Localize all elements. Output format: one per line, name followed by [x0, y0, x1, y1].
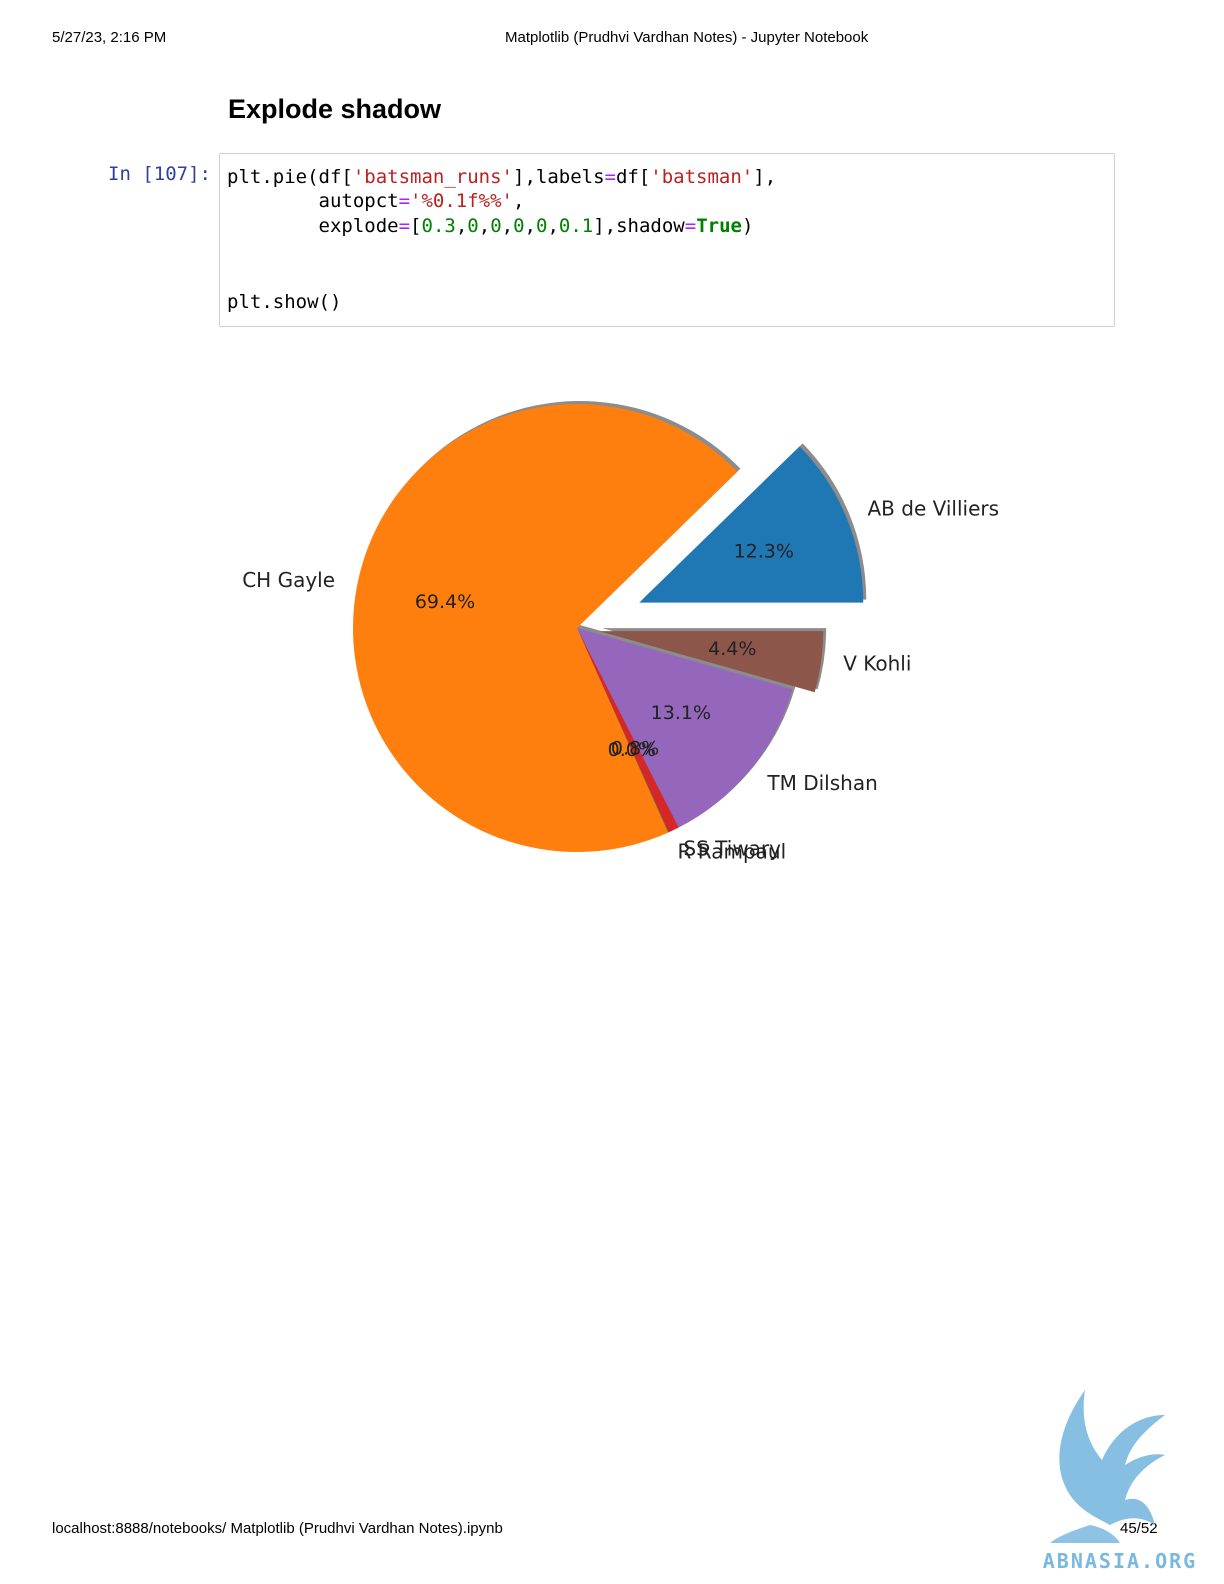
code-token: , — [501, 215, 514, 237]
code-token: ) — [741, 215, 754, 237]
print-date: 5/27/23, 2:16 PM — [52, 29, 167, 46]
code-token: plt.show() — [227, 291, 342, 313]
code-token: 0 — [467, 215, 479, 237]
code-token: 0 — [536, 215, 548, 237]
watermark-logo: ABNASIA.ORG — [1043, 1390, 1197, 1573]
watermark-text: ABNASIA.ORG — [1043, 1549, 1197, 1573]
section-heading: Explode shadow — [228, 94, 442, 124]
code-token: , — [455, 215, 468, 237]
code-token: = — [604, 166, 616, 188]
code-token: = — [684, 215, 697, 237]
code-token: = — [398, 215, 411, 237]
chart-output: AB de Villiers 12.3% CH Gayle 69.4% R Rampau… — [220, 380, 1040, 880]
print-header: 5/27/23, 2:16 PM Matplotlib (Prudhvi Var… — [52, 29, 1172, 49]
code-token: = — [398, 190, 411, 212]
pie-percent-label: 69.4% — [415, 591, 475, 613]
pie-category-label: SS Tiwary — [683, 837, 781, 861]
code-line: plt.show() — [227, 290, 341, 314]
pie-category-label: V Kohli — [843, 652, 911, 676]
code-token: explode — [227, 215, 399, 237]
print-footer-url: localhost:8888/notebooks/ Matplotlib (Pr… — [52, 1520, 503, 1537]
code-token: autopct — [227, 190, 399, 212]
code-token: 0.1 — [558, 215, 594, 237]
code-token: ],labels — [513, 166, 605, 188]
code-token: ],shadow — [593, 215, 685, 237]
code-token: , — [478, 215, 491, 237]
code-token: 'batsman_runs' — [352, 166, 513, 188]
code-cell[interactable]: plt.pie(df['batsman_runs'],labels=df['ba… — [219, 153, 1115, 327]
pie-percent-label: 0.8% — [611, 738, 659, 760]
code-token: 0 — [490, 215, 502, 237]
code-token: plt.pie(df[ — [227, 166, 353, 188]
cell-prompt: In [107]: — [108, 163, 211, 185]
pie-percent-label: 12.3% — [734, 541, 794, 563]
code-token: , — [513, 190, 525, 212]
code-token: , — [547, 215, 559, 237]
code-token: True — [696, 215, 742, 237]
code-token: 0 — [513, 215, 525, 237]
pie-category-label: CH Gayle — [242, 568, 335, 592]
print-doc-title: Matplotlib (Prudhvi Vardhan Notes) - Jup… — [505, 29, 869, 46]
code-token: [ — [410, 215, 422, 237]
code-token: 'batsman' — [650, 166, 754, 188]
code-token: 0.3 — [421, 215, 456, 237]
code-token: '%0.1f%%' — [410, 190, 513, 212]
code-line: explode=[0.3,0,0,0,0,0.1],shadow=True) — [227, 214, 754, 238]
pie-category-label: TM Dilshan — [766, 771, 877, 795]
pie-percent-label: 4.4% — [708, 638, 756, 660]
code-token: ], — [753, 166, 777, 188]
code-line: plt.pie(df['batsman_runs'],labels=df['ba… — [227, 165, 776, 189]
pie-category-label: AB de Villiers — [868, 496, 1000, 520]
pie-percent-label: 13.1% — [651, 702, 711, 724]
code-token: df[ — [615, 166, 651, 188]
code-token: , — [524, 215, 536, 237]
pie-chart: AB de Villiers12.3%CH Gayle69.4%R Rampau… — [242, 400, 1000, 863]
code-line: autopct='%0.1f%%', — [227, 189, 525, 213]
griffin-icon — [1050, 1390, 1165, 1543]
